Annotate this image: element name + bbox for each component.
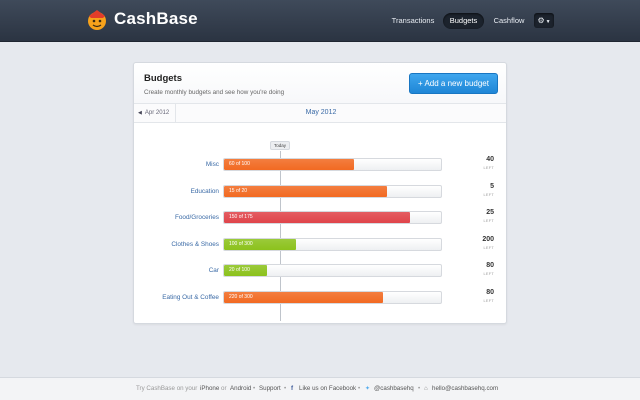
previous-month-button[interactable]: ◀ Apr 2012 — [134, 104, 176, 122]
budget-category-link[interactable]: Misc — [139, 159, 219, 171]
footer-separator: • — [284, 385, 287, 392]
footer-separator: • — [358, 385, 361, 392]
budget-left-label: LEFT — [483, 166, 494, 170]
footer-facebook-link[interactable]: Like us on Facebook — [299, 378, 356, 400]
budget-left-label: LEFT — [483, 272, 494, 276]
budget-progress-text: 100 of 300 — [229, 240, 253, 247]
budget-progress-bar[interactable]: 150 of 175 — [223, 211, 442, 224]
home-icon: ⌂ — [424, 385, 428, 392]
card-header: Budgets Create monthly budgets and see h… — [134, 63, 506, 104]
budget-category-link[interactable]: Eating Out & Coffee — [139, 292, 219, 304]
brand-name[interactable]: CashBase — [114, 9, 198, 29]
budget-left-amount: 40 — [486, 156, 494, 163]
budget-left-label: LEFT — [483, 298, 494, 303]
budget-progress-bar[interactable]: 220 of 300 — [223, 290, 442, 304]
budget-progress-bar[interactable]: 60 of 100 — [223, 158, 442, 171]
budget-category-link[interactable]: Education — [139, 186, 219, 198]
previous-month-label: Apr 2012 — [144, 110, 170, 116]
budget-left-amount: 25 — [486, 209, 494, 216]
page-title: Budgets — [144, 73, 182, 84]
today-marker-label: Today — [270, 141, 290, 150]
budget-left-amount: 80 — [486, 288, 494, 296]
budget-progress-text: 20 of 100 — [229, 267, 250, 273]
budget-left-label: LEFT — [483, 245, 494, 250]
footer: Try CashBase on your iPhone or Android •… — [0, 377, 640, 400]
page-subtitle: Create monthly budgets and see how you'r… — [144, 89, 285, 96]
arrow-left-icon: ◀ — [138, 110, 142, 116]
budget-category-link[interactable]: Car — [139, 265, 219, 277]
nav-transactions[interactable]: Transactions — [388, 13, 438, 29]
budget-category-link[interactable]: Food/Groceries — [139, 212, 219, 224]
facebook-icon: f — [291, 385, 294, 392]
footer-separator: • — [253, 385, 256, 392]
budget-progress-bar[interactable]: 15 of 20 — [223, 184, 442, 198]
footer-email-link[interactable]: hello@cashbasehq.com — [432, 378, 498, 400]
twitter-icon: ✦ — [365, 385, 371, 392]
month-navigator: ◀ Apr 2012 May 2012 — [134, 104, 506, 123]
budget-progress-text: 220 of 300 — [229, 293, 253, 300]
budget-progress-fill: 15 of 20 — [224, 185, 387, 197]
budget-progress-text: 60 of 100 — [229, 161, 250, 167]
budget-progress-bar[interactable]: 100 of 300 — [223, 237, 442, 251]
budget-category-link[interactable]: Clothes & Shoes — [139, 239, 219, 251]
footer-separator: • — [418, 385, 421, 392]
footer-android-link[interactable]: Android — [230, 378, 251, 400]
nav-budgets[interactable]: Budgets — [443, 13, 484, 29]
current-month-label: May 2012 — [305, 109, 337, 116]
footer-try-text: Try CashBase on your — [136, 385, 198, 392]
gear-icon: ⚙ — [537, 16, 545, 25]
budget-progress-fill: 60 of 100 — [224, 159, 354, 170]
footer-or-text: or — [221, 385, 227, 392]
budget-progress-fill: 150 of 175 — [224, 212, 410, 223]
budget-progress-text: 150 of 175 — [229, 214, 253, 220]
budget-progress-bar[interactable]: 20 of 100 — [223, 264, 442, 277]
budget-progress-fill: 220 of 300 — [224, 291, 383, 303]
footer-twitter-link[interactable]: @cashbasehq — [374, 378, 414, 400]
budget-left-amount: 5 — [490, 182, 494, 190]
budget-progress-text: 15 of 20 — [229, 187, 248, 194]
cashbase-logo-icon[interactable] — [86, 8, 108, 32]
budget-left-amount: 80 — [486, 262, 494, 269]
budget-left-label: LEFT — [483, 219, 494, 223]
add-budget-button[interactable]: + Add a new budget — [409, 73, 498, 94]
budget-progress-fill: 100 of 300 — [224, 238, 296, 250]
caret-down-icon: ▼ — [545, 19, 551, 25]
budget-left-label: LEFT — [483, 192, 494, 197]
budget-left-amount: 200 — [482, 235, 494, 243]
footer-support-link[interactable]: Support — [259, 378, 281, 400]
footer-iphone-link[interactable]: iPhone — [200, 378, 219, 400]
nav-cashflow[interactable]: Cashflow — [490, 13, 528, 29]
budgets-card: Budgets Create monthly budgets and see h… — [133, 62, 507, 324]
top-header: CashBase Transactions Budgets Cashflow ⚙… — [0, 0, 640, 42]
settings-dropdown-button[interactable]: ⚙▼ — [534, 13, 554, 28]
budget-progress-fill: 20 of 100 — [224, 265, 267, 276]
